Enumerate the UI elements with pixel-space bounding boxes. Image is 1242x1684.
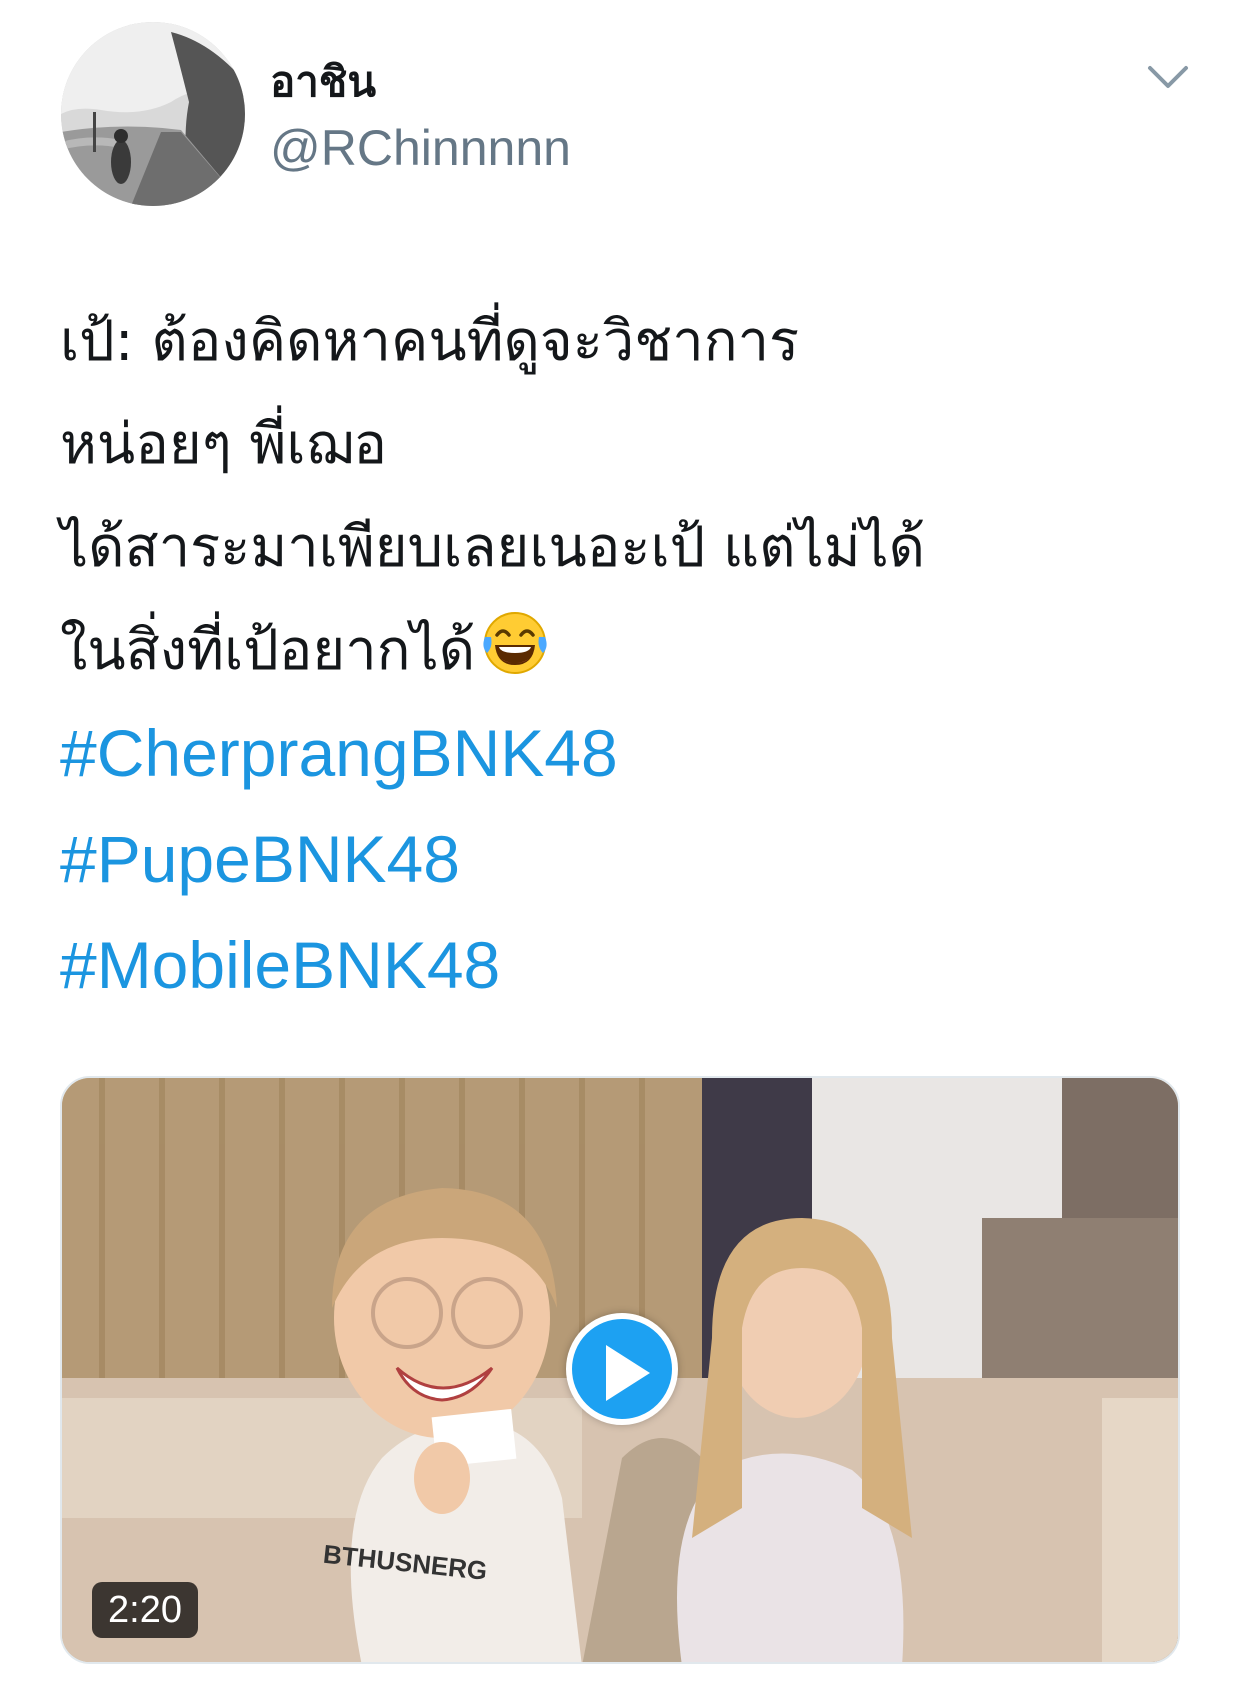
display-name[interactable]: อาชิน [270, 54, 376, 110]
video-duration-badge: 2:20 [92, 1582, 198, 1638]
hashtag-list: #CherprangBNK48 #PupeBNK48 #MobileBNK48 [60, 700, 618, 1018]
play-button[interactable] [566, 1313, 678, 1425]
hashtag-link[interactable]: #CherprangBNK48 [60, 700, 618, 806]
tweet-text: เป้: ต้องคิดหาคนที่ดูจะวิชาการ หน่อยๆ พี… [60, 290, 1190, 702]
hashtag-link[interactable]: #PupeBNK48 [60, 806, 618, 912]
tweet-text-line: ได้สาระมาเพียบเลยเนอะเป้ แต่ไม่ได้ [60, 515, 926, 580]
face-with-tears-of-joy-icon [483, 612, 547, 674]
tweet-text-line: เป้: ต้องคิดหาคนที่ดูจะวิชาการ [60, 309, 800, 374]
tweet-text-line: หน่อยๆ พี่เฌอ [60, 412, 388, 477]
video-player[interactable]: BTHUSNERG 2:20 [60, 1076, 1180, 1664]
avatar-photo-icon [61, 22, 245, 206]
tweet-header: อาชิน @RChinnnnn [0, 0, 1242, 230]
hashtag-link[interactable]: #MobileBNK48 [60, 912, 618, 1018]
avatar[interactable] [61, 22, 245, 206]
tweet-text-line-with-emoji: ในสิ่งที่เป้อยากได้ [60, 599, 1190, 702]
user-handle[interactable]: @RChinnnnn [270, 118, 571, 178]
chevron-down-icon[interactable] [1144, 58, 1192, 98]
play-icon [606, 1345, 650, 1401]
tweet-text-line: ในสิ่งที่เป้อยากได้ [60, 618, 476, 683]
